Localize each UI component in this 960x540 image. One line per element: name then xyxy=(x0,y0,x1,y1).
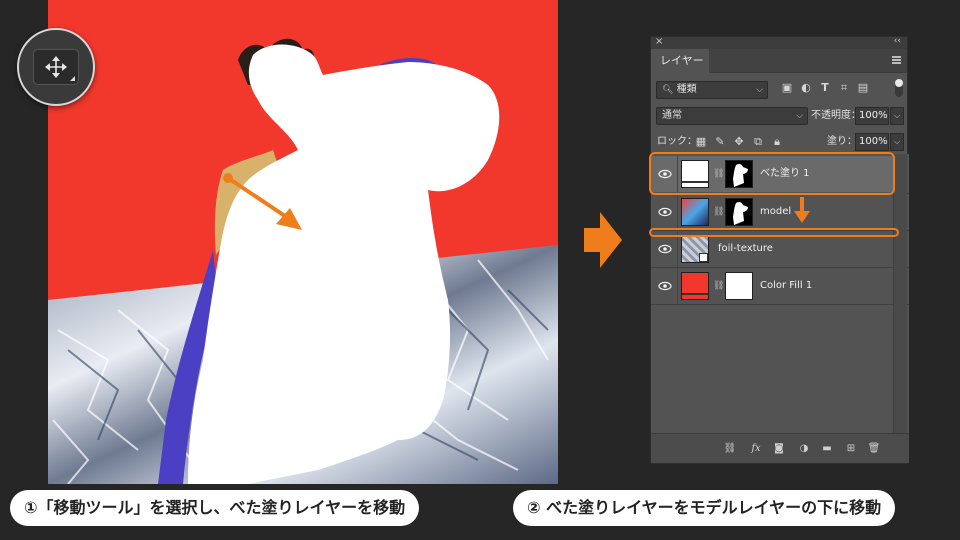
fx-icon[interactable]: fx xyxy=(749,442,763,456)
layer-thumbnail xyxy=(681,235,709,263)
adjustment-layer-icon[interactable]: ◑ xyxy=(797,442,811,456)
layer-row-model[interactable]: ⛓︎ model xyxy=(651,194,895,230)
lock-all-icon[interactable]: 🔒︎ xyxy=(770,135,784,149)
image-icon[interactable]: ▣ xyxy=(780,81,794,95)
lock-artboard-icon[interactable]: ⧉ xyxy=(751,135,765,149)
link-layers-icon[interactable]: ⛓︎ xyxy=(723,442,737,456)
blend-mode-label: 通常 xyxy=(662,110,682,121)
down-arrow-icon xyxy=(794,197,810,223)
filter-row: 🔍︎ 種類 ⌵ ▣ ◐ T ⌗ ▤ xyxy=(651,79,909,99)
chevron-down-icon: ⌵ xyxy=(756,85,763,95)
highlight-drop-target xyxy=(649,228,899,237)
fill-input[interactable]: 100% xyxy=(855,133,889,151)
folder-icon[interactable]: ▬ xyxy=(820,442,834,456)
type-icon[interactable]: T xyxy=(818,81,832,95)
highlight-selected-layer xyxy=(649,152,895,195)
eye-icon[interactable] xyxy=(658,279,672,293)
blend-mode-select[interactable]: 通常 ⌵ xyxy=(656,107,808,125)
filter-kind-label: 種類 xyxy=(676,84,697,95)
lock-position-icon[interactable]: ✥ xyxy=(732,135,746,149)
panel-titlebar: × ‹‹ xyxy=(651,36,907,49)
collapse-icon[interactable]: ‹‹ xyxy=(894,36,901,46)
drag-arrow-icon xyxy=(223,173,302,230)
mask-icon[interactable]: ◙ xyxy=(772,442,786,456)
move-tool-badge[interactable] xyxy=(17,28,95,106)
new-layer-icon[interactable]: ⊞ xyxy=(844,442,858,456)
search-icon: 🔍︎ xyxy=(662,85,674,95)
layer-thumbnail xyxy=(681,198,709,226)
close-icon[interactable]: × xyxy=(655,36,663,47)
eye-icon[interactable] xyxy=(658,205,672,219)
divider xyxy=(677,194,678,230)
divider xyxy=(677,268,678,304)
smart-object-icon[interactable]: ▤ xyxy=(856,81,870,95)
eye-icon[interactable] xyxy=(658,242,672,256)
layer-list: ⛓︎ べた塗り 1 ⛓︎ model foil-texture ⛓︎ Color… xyxy=(651,154,909,434)
lock-transparent-icon[interactable]: ▦ xyxy=(694,135,708,149)
layer-name: Color Fill 1 xyxy=(760,280,813,291)
model-silhouette xyxy=(158,38,500,484)
divider xyxy=(651,304,909,305)
opacity-input[interactable]: 100% xyxy=(855,107,889,125)
link-icon[interactable]: ⛓︎ xyxy=(713,280,724,292)
fill-dropdown-icon[interactable]: ⌵ xyxy=(890,133,904,151)
fill-label: 塗り： xyxy=(827,136,857,147)
layer-list-scrollbar[interactable] xyxy=(893,154,907,434)
lock-label: ロック： xyxy=(657,136,697,147)
opacity-dropdown-icon[interactable]: ⌵ xyxy=(890,107,904,125)
trash-icon[interactable]: 🗑︎ xyxy=(867,442,881,456)
document-canvas[interactable] xyxy=(48,0,558,484)
layer-mask-thumbnail xyxy=(725,198,753,226)
tutorial-screenshot: × ‹‹ レイヤー 🔍︎ 種類 ⌵ ▣ ◐ T ⌗ ▤ 通常 ⌵ 不透明度： 1… xyxy=(0,0,960,540)
layer-row-color-fill-1[interactable]: ⛓︎ Color Fill 1 xyxy=(651,268,895,304)
tab-layers[interactable]: レイヤー xyxy=(651,49,709,73)
panel-footer: ⛓︎ fx ◙ ◑ ▬ ⊞ 🗑︎ xyxy=(651,433,909,463)
move-arrows-icon xyxy=(45,56,67,78)
tool-flyout-indicator-icon xyxy=(70,76,75,81)
layer-name: model xyxy=(760,206,792,217)
shape-icon[interactable]: ⌗ xyxy=(837,81,851,95)
lock-brush-icon[interactable]: ✎ xyxy=(713,135,727,149)
panel-menu-icon[interactable] xyxy=(892,56,901,64)
chevron-down-icon: ⌵ xyxy=(796,111,803,121)
lock-row: ロック： ▦ ✎ ✥ ⧉ 🔒︎ 塗り： 100% ⌵ xyxy=(651,133,909,151)
layer-mask-thumbnail xyxy=(725,272,753,300)
adjustment-icon[interactable]: ◐ xyxy=(799,81,813,95)
link-icon[interactable]: ⛓︎ xyxy=(713,206,724,218)
panel-tabbar: レイヤー xyxy=(651,49,907,73)
move-tool-button[interactable] xyxy=(33,49,79,85)
layers-panel: × ‹‹ レイヤー 🔍︎ 種類 ⌵ ▣ ◐ T ⌗ ▤ 通常 ⌵ 不透明度： 1… xyxy=(650,36,909,464)
filter-kind-select[interactable]: 🔍︎ 種類 ⌵ xyxy=(656,81,768,99)
caption-step-2: ② べた塗りレイヤーをモデルレイヤーの下に移動 xyxy=(513,490,896,526)
blend-row: 通常 ⌵ 不透明度： 100% ⌵ xyxy=(651,107,909,125)
step-arrow-icon xyxy=(584,212,622,268)
filter-toggle[interactable] xyxy=(895,79,903,97)
caption-step-1: ①「移動ツール」を選択し、べた塗りレイヤーを移動 xyxy=(10,490,420,526)
layer-thumbnail xyxy=(681,272,709,300)
opacity-label: 不透明度： xyxy=(811,110,861,121)
